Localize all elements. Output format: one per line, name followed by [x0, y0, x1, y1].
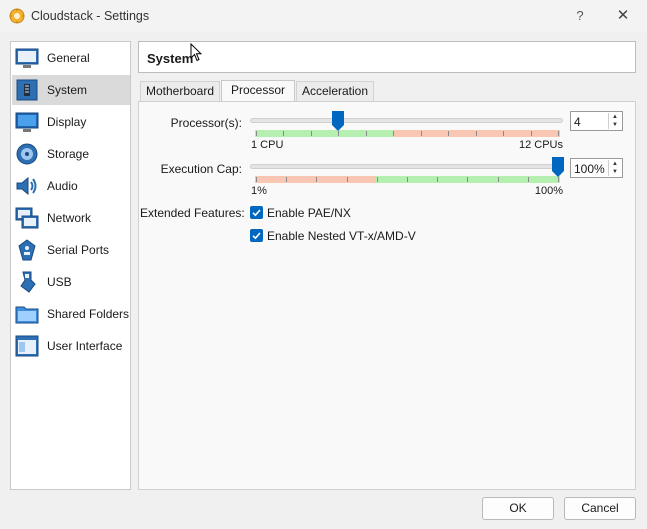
checkmark-icon: [252, 209, 261, 217]
sidebar-item-label: Display: [47, 115, 87, 129]
enable-pae-nx-label[interactable]: Enable PAE/NX: [267, 206, 351, 220]
slider-tick: [448, 131, 450, 136]
slider-tick: [407, 177, 408, 182]
spin-up-icon[interactable]: ▲: [609, 160, 621, 168]
app-icon: [9, 8, 25, 24]
spin-down-icon[interactable]: ▼: [609, 168, 621, 176]
spin-up-icon[interactable]: ▲: [609, 113, 621, 121]
slider-tick: [503, 131, 505, 136]
slider-tick: [283, 131, 285, 136]
slider-tick: [530, 131, 532, 136]
enable-nested-vtx-label[interactable]: Enable Nested VT-x/AMD-V: [267, 229, 416, 243]
page-title: System: [147, 51, 194, 66]
sidebar-item-shared-folders[interactable]: Shared Folders: [12, 299, 130, 329]
slider-tick: [346, 177, 348, 182]
storage-icon: [16, 143, 38, 165]
mouse-cursor-icon: [190, 43, 202, 62]
processor-slider-handle[interactable]: [332, 111, 345, 131]
spin-down-icon[interactable]: ▼: [609, 121, 621, 129]
enable-nested-vtx-checkbox[interactable]: [250, 229, 263, 242]
slider-tick: [286, 177, 288, 182]
tab-motherboard[interactable]: Motherboard: [140, 81, 220, 101]
folder-icon: [15, 306, 39, 324]
slider-tick: [256, 177, 257, 182]
slider-tick: [558, 177, 559, 182]
slider-tick: [437, 177, 439, 182]
user-interface-icon: [15, 335, 39, 357]
execution-cap-value: 100%: [574, 162, 605, 176]
tab-acceleration[interactable]: Acceleration: [296, 81, 374, 101]
processor-count-value: 4: [574, 115, 581, 129]
sidebar-item-general[interactable]: General: [12, 43, 130, 73]
extended-features-label: Extended Features:: [140, 206, 245, 220]
execution-cap-slider-handle[interactable]: [552, 157, 564, 177]
settings-sidebar: General System Display Storage Audio Net…: [10, 41, 131, 490]
execution-cap-spinbox[interactable]: 100% ▲ ▼: [570, 158, 623, 178]
processor-count-spinbox[interactable]: 4 ▲ ▼: [570, 111, 623, 131]
slider-tick: [310, 131, 312, 136]
sidebar-item-usb[interactable]: USB: [12, 267, 130, 297]
slider-tick: [467, 177, 469, 182]
sidebar-item-display[interactable]: Display: [12, 107, 130, 137]
page-header: System: [138, 41, 636, 73]
checkmark-icon: [252, 232, 261, 240]
sidebar-item-label: General: [47, 51, 90, 65]
slider-tick: [527, 177, 529, 182]
slider-tick: [558, 131, 559, 136]
spinbox-buttons: ▲ ▼: [608, 113, 621, 129]
sidebar-item-user-interface[interactable]: User Interface: [12, 331, 130, 361]
processor-safe-zone: [255, 130, 393, 137]
close-button[interactable]: ✕: [613, 6, 633, 26]
display-icon: [15, 112, 39, 132]
general-icon: [15, 48, 39, 68]
sidebar-item-label: USB: [47, 275, 72, 289]
execution-cap-max-label: 100%: [534, 185, 563, 197]
cancel-button[interactable]: Cancel: [564, 497, 636, 520]
tab-processor[interactable]: Processor: [221, 80, 295, 102]
sidebar-item-storage[interactable]: Storage: [12, 139, 130, 169]
sidebar-item-audio[interactable]: Audio: [12, 171, 130, 201]
processor-min-label: 1 CPU: [251, 139, 284, 151]
usb-icon: [20, 271, 36, 293]
ok-button[interactable]: OK: [482, 497, 554, 520]
processor-max-label: 12 CPUs: [518, 139, 563, 151]
slider-tick: [475, 131, 477, 136]
slider-tick: [338, 131, 340, 136]
spinbox-buttons: ▲ ▼: [608, 160, 621, 176]
slider-tick: [316, 177, 318, 182]
slider-tick: [365, 131, 367, 136]
sidebar-item-label: Network: [47, 211, 92, 225]
serial-port-icon: [18, 239, 36, 261]
slider-tick: [393, 131, 395, 136]
slider-tick: [420, 131, 422, 136]
window-title: Cloudstack - Settings: [31, 9, 150, 23]
slider-tick: [497, 177, 499, 182]
sidebar-item-label: User Interface: [47, 339, 123, 353]
title-bar: Cloudstack - Settings ? ✕: [0, 0, 647, 32]
sidebar-item-serial-ports[interactable]: Serial Ports: [12, 235, 130, 265]
sidebar-item-label: System: [47, 83, 88, 97]
execution-cap-label: Execution Cap:: [160, 162, 242, 176]
network-icon: [15, 207, 39, 229]
processor-slider-groove[interactable]: [250, 118, 563, 123]
sidebar-item-label: Serial Ports: [47, 243, 110, 257]
system-icon: [16, 79, 38, 101]
audio-icon: [16, 176, 37, 196]
processor-label: Processor(s):: [170, 116, 242, 130]
help-button[interactable]: ?: [570, 6, 590, 26]
execution-cap-slider-groove[interactable]: [250, 164, 563, 169]
sidebar-item-label: Storage: [47, 147, 90, 161]
sidebar-item-system[interactable]: System: [12, 75, 130, 105]
sidebar-item-network[interactable]: Network: [12, 203, 130, 233]
sidebar-item-label: Shared Folders: [47, 307, 130, 321]
execution-cap-min-label: 1%: [251, 185, 267, 197]
slider-tick: [256, 131, 257, 136]
sidebar-item-label: Audio: [47, 179, 78, 193]
enable-pae-nx-checkbox[interactable]: [250, 206, 263, 219]
slider-tick: [376, 177, 378, 182]
